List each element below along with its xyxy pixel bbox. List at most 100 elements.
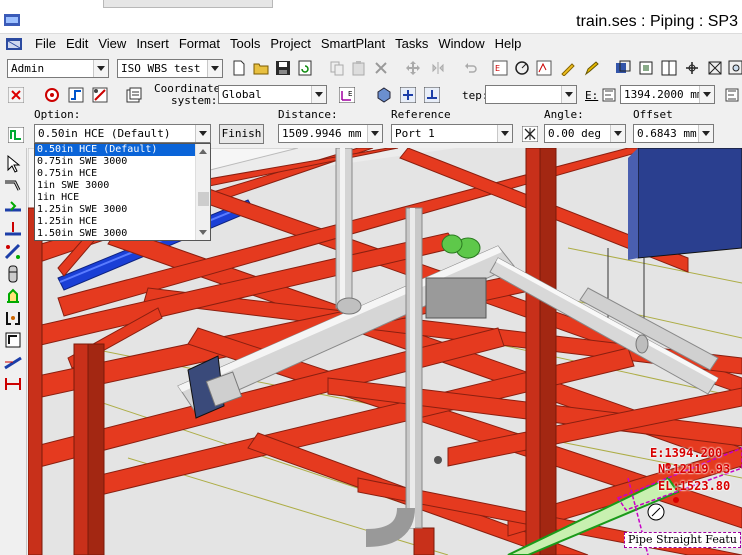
standard-toolbar: Admin ISO WBS test E: [0, 56, 742, 80]
chevron-down-icon[interactable]: [367, 125, 382, 142]
option-item[interactable]: 0.75in HCE: [35, 168, 210, 180]
route-options-icon[interactable]: [66, 85, 86, 105]
scroll-down-icon[interactable]: [199, 230, 207, 235]
dimension-icon[interactable]: [3, 374, 23, 394]
fit-view-icon[interactable]: [705, 58, 725, 78]
pipe-joint[interactable]: [434, 456, 442, 464]
option-dropdown-list[interactable]: 0.50in HCE (Default) 0.75in SWE 3000 0.7…: [34, 143, 211, 241]
option-combo[interactable]: 0.50in HCE (Default): [34, 124, 211, 143]
insert-split-icon[interactable]: [3, 220, 23, 240]
distance-input[interactable]: 1509.9946 mm: [278, 124, 383, 143]
plan-plane-icon[interactable]: [422, 85, 442, 105]
chevron-down-icon[interactable]: [195, 125, 210, 142]
option-item[interactable]: 1in SWE 3000: [35, 180, 210, 192]
route-pipe-icon[interactable]: [3, 176, 23, 196]
place-weld-icon[interactable]: [3, 308, 23, 328]
feature-tooltip: Pipe Straight Featu: [624, 532, 741, 548]
green-tee-fitting[interactable]: [441, 234, 463, 254]
undo-icon[interactable]: [461, 58, 481, 78]
check-interference-icon[interactable]: [534, 58, 554, 78]
offset-input[interactable]: 0.6843 mm: [633, 124, 714, 143]
delete-icon[interactable]: [371, 58, 391, 78]
option-item[interactable]: 1in HCE: [35, 192, 210, 204]
insert-tap-icon[interactable]: [3, 264, 23, 284]
reference-combo[interactable]: Port 1: [391, 124, 513, 143]
valve-body[interactable]: [425, 277, 487, 319]
equipment-panel[interactable]: [637, 148, 742, 259]
menu-window[interactable]: Window: [434, 34, 488, 54]
paste-icon[interactable]: [349, 58, 369, 78]
insert-support-icon[interactable]: [3, 286, 23, 306]
menu-file[interactable]: File: [31, 34, 60, 54]
east-coordinate-input[interactable]: 1394.2000 mm: [620, 85, 715, 104]
insert-component-icon[interactable]: [3, 198, 23, 218]
chevron-down-icon[interactable]: [698, 125, 713, 142]
menu-view[interactable]: View: [94, 34, 130, 54]
pipe-elbow[interactable]: [336, 297, 362, 315]
chevron-down-icon[interactable]: [93, 60, 108, 77]
permission-group-combo[interactable]: Admin: [7, 59, 109, 78]
document-window-icon[interactable]: [6, 37, 22, 51]
wbs-combo[interactable]: ISO WBS test: [117, 59, 223, 78]
option-item[interactable]: 0.50in HCE (Default): [35, 144, 210, 156]
scroll-thumb[interactable]: [198, 192, 209, 206]
menu-smartplant[interactable]: SmartPlant: [317, 34, 389, 54]
placement-mode-icon[interactable]: [6, 125, 26, 145]
option-item[interactable]: 0.75in SWE 3000: [35, 156, 210, 168]
coordinate-system-combo[interactable]: Global: [218, 85, 327, 104]
angle-direction-icon[interactable]: [520, 124, 540, 144]
pencil-icon[interactable]: [582, 58, 602, 78]
layout-icon[interactable]: [659, 58, 679, 78]
insert-spool-break-icon[interactable]: [3, 330, 23, 350]
open-folder-icon[interactable]: [251, 58, 271, 78]
zoom-area-icon[interactable]: [726, 58, 742, 78]
save-icon[interactable]: [273, 58, 293, 78]
plane-icon[interactable]: [374, 85, 394, 105]
menu-insert[interactable]: Insert: [132, 34, 173, 54]
new-coordinate-system-icon[interactable]: E: [337, 85, 357, 105]
view-style-icon[interactable]: [613, 58, 633, 78]
option-item[interactable]: 1.50in SWE 3000: [35, 228, 210, 240]
properties-icon[interactable]: [124, 85, 144, 105]
angle-input[interactable]: 0.00 deg: [544, 124, 626, 143]
menu-format[interactable]: Format: [175, 34, 224, 54]
chevron-down-icon[interactable]: [207, 60, 222, 77]
finish-button[interactable]: Finish: [219, 124, 264, 144]
dropdown-scrollbar[interactable]: [195, 144, 210, 240]
measure-icon[interactable]: [512, 58, 532, 78]
step-combo[interactable]: [485, 85, 577, 104]
sloped-pipe-icon[interactable]: [3, 352, 23, 372]
lock-plane-icon[interactable]: [398, 85, 418, 105]
move-icon[interactable]: [403, 58, 423, 78]
menu-help[interactable]: Help: [491, 34, 526, 54]
copy-icon[interactable]: [327, 58, 347, 78]
select-toggle-icon[interactable]: E: [490, 58, 510, 78]
cancel-icon[interactable]: [6, 85, 26, 105]
lock-north-icon[interactable]: [722, 85, 742, 105]
route-spec-icon[interactable]: [90, 85, 110, 105]
scroll-up-icon[interactable]: [199, 149, 207, 154]
select-run-icon[interactable]: [42, 85, 62, 105]
svg-text:E: E: [495, 64, 500, 73]
chevron-down-icon[interactable]: [610, 125, 625, 142]
axis-icon[interactable]: [682, 58, 702, 78]
new-file-icon[interactable]: [229, 58, 249, 78]
chevron-down-icon[interactable]: [497, 125, 512, 142]
connect-icon[interactable]: [3, 242, 23, 262]
pipe-joint[interactable]: [635, 334, 649, 354]
chevron-down-icon[interactable]: [561, 86, 576, 103]
chevron-down-icon[interactable]: [311, 86, 326, 103]
menu-tools[interactable]: Tools: [226, 34, 264, 54]
clip-view-icon[interactable]: [636, 58, 656, 78]
menu-project[interactable]: Project: [266, 34, 314, 54]
select-arrow-icon[interactable]: [3, 154, 23, 174]
option-item[interactable]: 1.25in HCE: [35, 216, 210, 228]
refresh-icon[interactable]: [295, 58, 315, 78]
menu-tasks[interactable]: Tasks: [391, 34, 432, 54]
option-item[interactable]: 1.25in SWE 3000: [35, 204, 210, 216]
lock-east-icon[interactable]: [599, 85, 619, 105]
highlight-icon[interactable]: [558, 58, 578, 78]
mirror-icon[interactable]: [428, 58, 448, 78]
chevron-down-icon[interactable]: [699, 86, 714, 103]
menu-edit[interactable]: Edit: [62, 34, 92, 54]
